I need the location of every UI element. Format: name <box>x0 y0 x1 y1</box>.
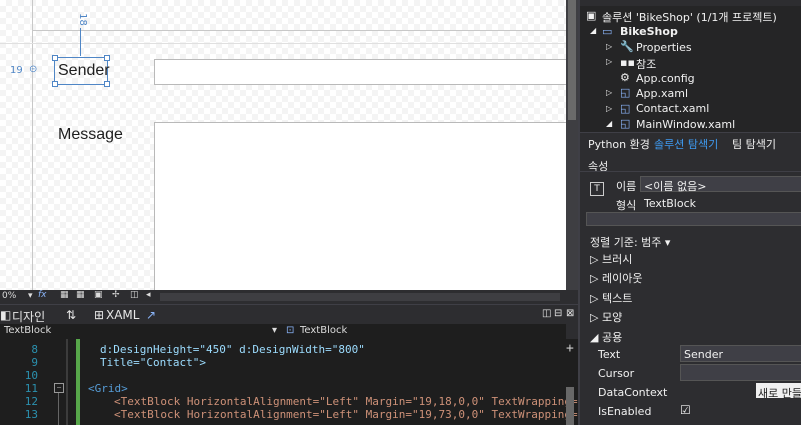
split-horizontal-icon[interactable]: ◫ <box>542 308 551 319</box>
code-line-11[interactable]: <Grid> <box>88 382 128 395</box>
split-vertical-icon[interactable]: ⊟ <box>554 308 562 319</box>
member-dropdown[interactable]: TextBlock <box>300 325 347 336</box>
line-number: 9 <box>31 356 38 369</box>
margin-anchor-icon[interactable]: ⊝ <box>29 64 37 75</box>
ruler-top-value: 18 <box>76 13 88 26</box>
isenabled-checkbox[interactable]: ☑ <box>680 403 691 417</box>
xaml-file-icon: ◱ <box>620 86 631 99</box>
name-value: <이름 없음> <box>644 180 707 193</box>
prop-text-value: Sender <box>684 348 723 361</box>
element-path-dropdown[interactable]: TextBlock <box>4 325 51 336</box>
tree-item-app-xaml[interactable]: App.xaml <box>636 87 688 100</box>
margin-guide-top <box>80 28 81 56</box>
category-layout[interactable]: ▷ 레이아웃 <box>590 270 642 286</box>
swap-panes-icon[interactable]: ⇅ <box>66 308 76 322</box>
type-value: TextBlock <box>644 197 696 210</box>
name-label: 이름 <box>616 180 637 193</box>
designer-tab-strip: ◧ 디자인 ⇅ ⊞ XAML ↗ ◫ ⊟ ⊠ <box>0 304 580 325</box>
tree-item-mainwindow-xaml[interactable]: MainWindow.xaml <box>636 118 735 131</box>
snap-grid-icon[interactable]: ▦ <box>76 290 85 300</box>
designer-horizontal-scrollbar[interactable] <box>160 293 560 301</box>
collapse-icon[interactable]: ◢ <box>606 119 612 128</box>
line-number: 8 <box>31 343 38 356</box>
xaml-file-icon: ◱ <box>620 102 631 115</box>
tree-item-references[interactable]: 참조 <box>636 56 656 72</box>
references-icon: ▪▪ <box>620 56 635 69</box>
solution-icon: ▣ <box>586 9 597 22</box>
line-number: 11 <box>24 382 38 395</box>
expand-icon[interactable]: ▷ <box>606 57 612 66</box>
code-line-8[interactable]: d:DesignHeight="450" d:DesignWidth="800" <box>100 343 365 356</box>
artboard-icon[interactable]: ▣ <box>94 290 103 300</box>
collapse-grid-icon[interactable]: − <box>54 383 64 393</box>
editor-scrollbar[interactable] <box>566 387 574 425</box>
expand-icon[interactable]: ▷ <box>606 42 612 51</box>
tree-item-app-config[interactable]: App.config <box>636 72 695 85</box>
code-line-12[interactable]: <TextBlock HorizontalAlignment="Left" Ma… <box>114 395 591 408</box>
solution-explorer: ▣ 솔루션 'BikeShop' (1/1개 프로젝트) ◢ ▭ BikeSho… <box>580 0 801 132</box>
expand-editor-icon[interactable]: + <box>566 341 574 356</box>
effects-icon[interactable]: ◫ <box>130 290 139 300</box>
xaml-tab-icon: ⊞ <box>94 308 105 322</box>
code-line-9[interactable]: Title="Contact"> <box>100 356 206 369</box>
category-appearance[interactable]: ▷ 모양 <box>590 309 622 325</box>
project-node[interactable]: BikeShop <box>620 25 678 38</box>
properties-panel: 속성 T 이름 <이름 없음> 형식 TextBlock 정렬 기준: 범주 ▾… <box>580 150 801 425</box>
prop-text-label: Text <box>598 348 621 361</box>
expand-icon[interactable]: ▷ <box>606 88 612 97</box>
sender-textbox[interactable] <box>154 59 566 85</box>
type-label: 형식 <box>616 199 637 212</box>
sender-label[interactable]: Sender <box>58 62 110 80</box>
wrench-icon: 🔧 <box>620 40 634 53</box>
sort-by-dropdown[interactable]: 정렬 기준: 범주 ▾ <box>590 234 670 250</box>
prop-cursor-dropdown[interactable] <box>680 364 801 381</box>
category-common[interactable]: ◢ 공용 <box>590 329 622 345</box>
designer-vertical-scrollbar[interactable] <box>566 0 578 290</box>
design-tab-icon: ◧ <box>0 308 12 322</box>
prop-cursor-label: Cursor <box>598 367 635 380</box>
zoom-level[interactable]: 0% <box>2 291 16 301</box>
expand-icon[interactable]: ▷ <box>606 104 612 113</box>
line-number: 10 <box>24 369 38 382</box>
config-file-icon: ⚙ <box>620 71 630 84</box>
fx-icon[interactable]: fx <box>38 290 47 300</box>
xaml-file-icon: ◱ <box>620 117 631 130</box>
zoom-dropdown-icon[interactable]: ▾ <box>28 291 33 301</box>
csharp-project-icon: ▭ <box>602 25 613 38</box>
dropdown-arrow-icon[interactable]: ▾ <box>272 325 277 336</box>
new-datacontext-label: 새로 만들 <box>758 387 801 400</box>
collapse-pane-icon[interactable]: ⊠ <box>566 308 574 319</box>
line-number: 13 <box>24 408 38 421</box>
tree-item-contact-xaml[interactable]: Contact.xaml <box>636 102 709 115</box>
category-brush[interactable]: ▷ 브러시 <box>590 251 632 267</box>
category-text[interactable]: ▷ 텍스트 <box>590 290 632 306</box>
change-margin <box>76 339 80 425</box>
tab-design[interactable]: 디자인 <box>12 308 45 325</box>
textblock-icon: ⊡ <box>286 325 295 336</box>
line-number: 12 <box>24 395 38 408</box>
solution-node[interactable]: 솔루션 'BikeShop' (1/1개 프로젝트) <box>602 9 777 25</box>
tree-item-properties[interactable]: Properties <box>636 41 692 54</box>
xaml-code-editor[interactable]: 8 9 10 11 12 13 − d:DesignHeight="450" d… <box>0 339 591 425</box>
code-line-13[interactable]: <TextBlock HorizontalAlignment="Left" Ma… <box>114 408 591 421</box>
tab-xaml[interactable]: XAML <box>106 308 139 322</box>
ruler-left-value: 19 <box>10 65 23 76</box>
expand-project-icon[interactable]: ◢ <box>590 26 596 35</box>
prop-datacontext-label: DataContext <box>598 386 668 399</box>
message-label[interactable]: Message <box>58 126 123 144</box>
popout-icon[interactable]: ↗ <box>146 308 156 322</box>
scroll-left-icon[interactable]: ◂ <box>146 290 151 300</box>
xaml-navigation-bar: TextBlock ▾ ⊡ TextBlock <box>0 324 566 340</box>
property-search-input[interactable] <box>586 212 801 226</box>
xaml-designer-canvas[interactable]: 18 19 ⊝ Sender Message <box>0 0 566 290</box>
textblock-type-icon: T <box>590 182 604 196</box>
panel-tab-strip: Python 환경 솔루션 탐색기 팀 탐색기 <box>580 132 801 151</box>
snap-lines-icon[interactable]: ✢ <box>112 290 120 300</box>
grid-icon[interactable]: ▦ <box>60 290 69 300</box>
prop-isenabled-label: IsEnabled <box>598 405 652 418</box>
message-textbox[interactable] <box>154 122 566 290</box>
